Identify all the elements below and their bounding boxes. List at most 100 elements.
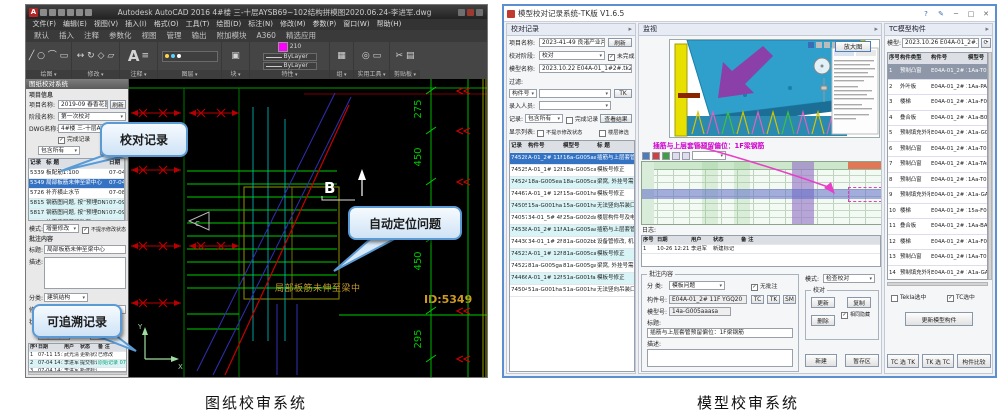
quick-access-toolbar[interactable]: A [26, 8, 95, 17]
clipboard-icon[interactable]: ✂ ▤ [390, 42, 420, 70]
class-combo[interactable]: 模板问题 [669, 281, 725, 290]
ribbon-tab[interactable]: 默认 [29, 30, 54, 42]
ribbon-tab[interactable]: 注释 [79, 30, 104, 42]
project-name-combo[interactable]: 2023-41-49 良渚产业片区ZH-02#单体 [539, 38, 605, 47]
redo-icon[interactable] [85, 9, 92, 16]
component-row[interactable]: 3 楼梯 E04A-01_2# 3F Y.. A1a-F002 [888, 95, 987, 111]
component-row[interactable]: 12 楼梯 E04A-01_2# 11F.. A1a-F003 [888, 235, 987, 251]
record-row[interactable]: 5349 局部板筋未伸至梁中心 07-04 [29, 179, 124, 189]
component-row[interactable]: 2 外叶板 E04A-01_2# 3F Y.. 1Aa-PA01 [888, 80, 987, 96]
panel-label[interactable]: 特性 [250, 70, 329, 79]
mode-combo[interactable]: 检查校对 [823, 274, 875, 283]
issue-row[interactable]: 74057 34-01_5# 4F YGC 25a-G002dabaa 楼层构件… [510, 213, 634, 225]
signin-icon[interactable] [467, 9, 474, 16]
properties-controls[interactable]: 210 ByLayer ByLayer [250, 42, 329, 70]
ribbon-tab[interactable]: A360 [252, 30, 281, 42]
component-table-vscrollbar[interactable] [988, 52, 992, 280]
menu-item[interactable]: 工具(T) [182, 19, 213, 30]
record-row[interactable]: 5872 补齐遗漏预留孔洞() 07-12 [29, 219, 124, 221]
draw-tools-icons[interactable]: ╱ ○ ⌒ ▭ [26, 42, 71, 70]
linetype-dropdown[interactable]: ByLayer [263, 53, 317, 61]
menu-item[interactable]: 插入(I) [122, 19, 151, 30]
component-field-combo[interactable]: 构件号 [509, 89, 537, 98]
tekla-select-checkbox[interactable]: Tekla选中 [891, 294, 926, 302]
menu-item[interactable]: 视图(V) [90, 19, 121, 30]
done-record-checkbox[interactable]: 完成记录 [566, 116, 598, 124]
done-record-checkbox[interactable]: 完成记录 [58, 136, 90, 144]
same-hide-checkbox[interactable]: 相同隐藏 [841, 311, 870, 319]
ribbon-tab[interactable]: 参数化 [104, 30, 137, 42]
infocenter-icons[interactable] [454, 9, 487, 16]
menu-item[interactable]: 文件(F) [29, 19, 60, 30]
grid-toolbar[interactable] [642, 151, 726, 160]
history-hscrollbar[interactable] [28, 372, 127, 375]
panel-header[interactable]: TC模型构件 [885, 24, 992, 36]
refresh-button[interactable]: 刷新 [110, 100, 126, 109]
tk-button[interactable]: TK [614, 89, 632, 98]
panel-label[interactable]: 实用工具 [354, 70, 389, 79]
hold-button[interactable]: 暂存区 [845, 354, 879, 367]
stage-combo[interactable]: 校对 [539, 51, 605, 60]
ribbon-tab[interactable]: 视图 [137, 30, 162, 42]
delete-button[interactable]: 删除 [811, 315, 835, 326]
ribbon-tab[interactable]: 附加模块 [212, 30, 252, 42]
nohint-checkbox[interactable]: 不提示修改状态 [82, 226, 126, 234]
history-row[interactable]: 2 07-04 14:13 李进军 提交标记 原始记录 07-04 14.. [29, 360, 126, 368]
update-button[interactable]: 更新 [811, 297, 835, 308]
help-icon[interactable] [476, 9, 483, 16]
floor-filter-checkbox[interactable]: 楼层筛选 [599, 129, 629, 137]
issue-row[interactable]: 74522 81a-G005gaaba 81a-G005gaaba 梁窝, 外挂… [510, 261, 634, 273]
color-swatch-icon[interactable] [278, 42, 288, 52]
minimize-button[interactable]: ─ [950, 10, 962, 18]
new-icon[interactable] [40, 9, 47, 16]
print-icon[interactable] [67, 9, 74, 16]
record-filter-combo[interactable]: 包含所有 [525, 114, 563, 123]
panel-label[interactable]: 图层 [158, 70, 221, 79]
unfinished-checkbox[interactable]: 未完成 [608, 53, 634, 61]
panel-label[interactable]: 块 [222, 70, 249, 79]
menu-item[interactable]: 帮助(H) [373, 19, 405, 30]
component-row[interactable]: 8 预制凸窗 E04A-01_2# 3F Y.. 1Aa-T003 [888, 173, 987, 189]
grid-tool-icon[interactable] [662, 152, 670, 160]
group-icon[interactable]: ▦ [330, 42, 353, 70]
tc-to-tk-button[interactable]: TC 选 TK [887, 354, 919, 368]
new-button[interactable]: 新建 [805, 354, 837, 367]
filter-combo[interactable]: 包含所有 [38, 146, 80, 155]
model-name-combo[interactable]: 2023.10.22 E04A-01_1#2#.tkZP [539, 64, 632, 73]
refresh-components-button[interactable]: 更新模型构件 [905, 312, 973, 326]
record-row[interactable]: 5815 钢筋图问题, 按“预埋DN75止水” 07-09 [29, 199, 124, 209]
issue-row[interactable]: 74467 A-01_1# 12F YGC 15a-G001haaba 模板号修… [510, 189, 634, 201]
panel-label[interactable]: 组 [330, 70, 353, 79]
component-row[interactable]: 14 预制填充外墙 E04A-01_2# 1F Y.. A1a-GA03 [888, 266, 987, 281]
viewport-3d[interactable] [669, 39, 880, 138]
grid-tool-icon[interactable] [652, 152, 660, 160]
menu-item[interactable]: 参数(P) [309, 19, 340, 30]
component-row[interactable]: 4 叠合板 E04A-01_2# 十层.. A1a-B003 [888, 111, 987, 127]
issue-row[interactable]: 74538 A-01_2# 11F YGC A1a-G005aaasa 插筋与上… [510, 225, 634, 237]
ribbon-tab[interactable]: 输出 [187, 30, 212, 42]
refresh-button[interactable]: 刷新 [608, 38, 632, 47]
lineweight-dropdown[interactable]: ByLayer [263, 62, 317, 70]
grid-view-combo[interactable] [692, 151, 726, 160]
undo-icon[interactable] [76, 9, 83, 16]
ribbon-tab[interactable]: 精选应用 [281, 30, 321, 42]
panel-header[interactable]: 监视 [639, 24, 881, 36]
desc-textarea[interactable] [647, 349, 793, 367]
menu-item[interactable]: 标注(N) [245, 19, 277, 30]
ribbon-tab[interactable]: 管理 [162, 30, 187, 42]
tk-button[interactable]: TK [767, 295, 780, 304]
component-value-combo[interactable] [539, 89, 611, 98]
component-table-hscrollbar[interactable] [887, 282, 988, 286]
text-tool-icon[interactable]: A ≡ [120, 42, 157, 70]
component-row[interactable]: 10 楼梯 E04A-01_2# 12F.. 15a-F001 [888, 204, 987, 220]
grid-tool-icon[interactable] [672, 152, 680, 160]
issue-row[interactable]: 74504 51a-G001haaba 51a-G001haaba 无法竖向吊装… [510, 285, 634, 297]
person-combo[interactable] [539, 101, 611, 110]
maximize-button[interactable]: □ [965, 10, 977, 18]
panel-label[interactable]: 绘图 [26, 70, 71, 79]
selected-grid-row[interactable] [642, 189, 882, 199]
grid-tool-icon[interactable] [682, 152, 690, 160]
copy-button[interactable]: 复制 [847, 297, 871, 308]
tc-select-checkbox[interactable]: TC选中 [947, 294, 975, 302]
sm-button[interactable]: SM [783, 295, 796, 304]
